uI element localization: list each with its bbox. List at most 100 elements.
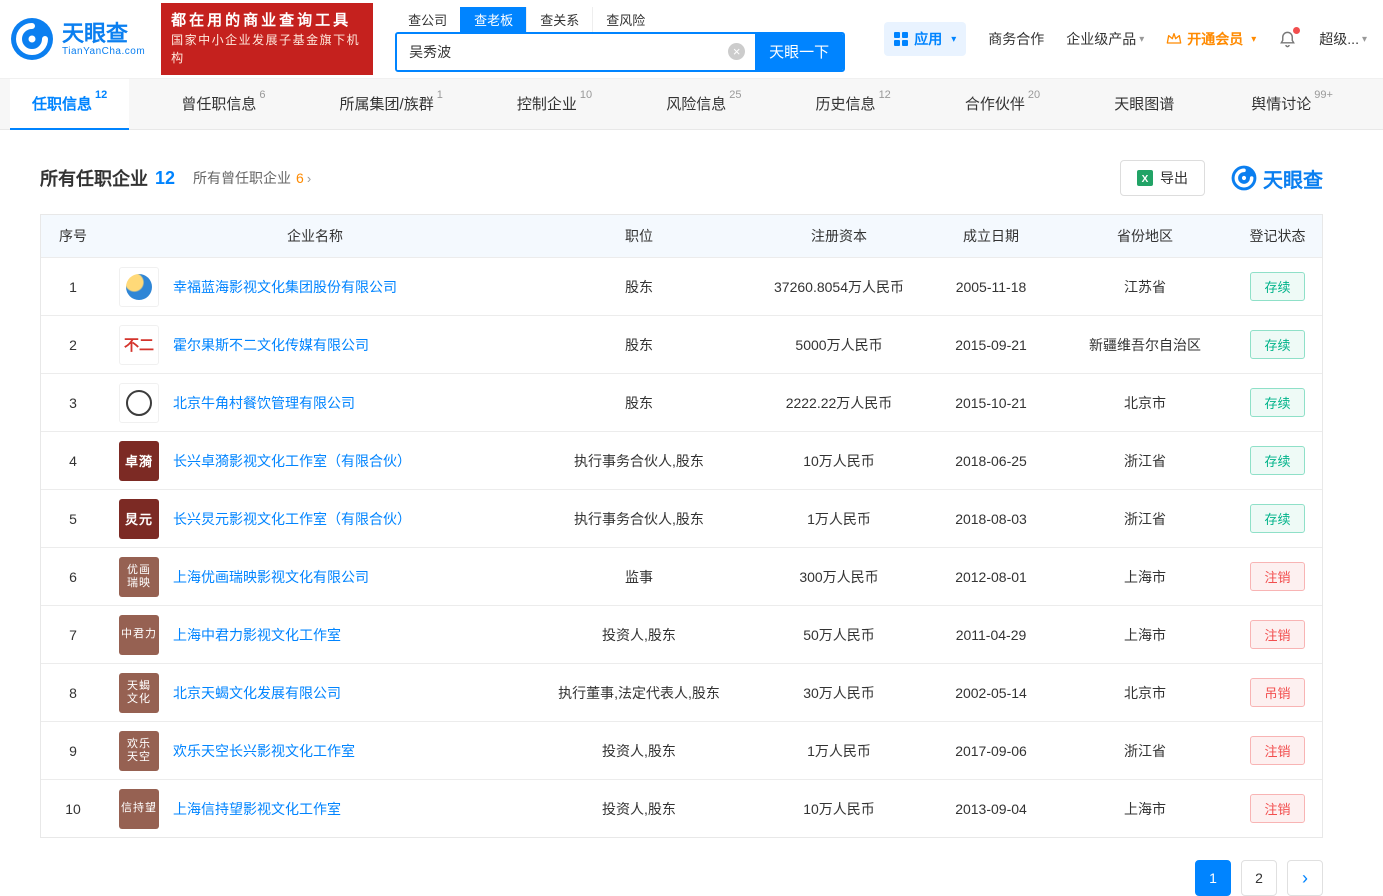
brand-text: 天眼查 TianYanCha.com: [62, 22, 145, 57]
company-logo: 信持望: [119, 789, 159, 829]
date-cell: 2017-09-06: [925, 743, 1057, 759]
notification-bell-icon[interactable]: [1278, 30, 1297, 49]
company-cell: 信持望 上海信持望影视文化工作室: [105, 789, 525, 829]
tab-label: 舆情讨论: [1251, 93, 1311, 114]
company-logo: [119, 383, 159, 423]
search-tab-risk[interactable]: 查风险: [592, 7, 658, 32]
position-cell: 执行事务合伙人,股东: [525, 451, 753, 471]
date-cell: 2015-09-21: [925, 337, 1057, 353]
past-companies-link[interactable]: 所有曾任职企业 6 ›: [193, 168, 311, 188]
tianyancha-logo-icon: [10, 17, 54, 61]
company-name-link[interactable]: 霍尔果斯不二文化传媒有限公司: [173, 335, 369, 355]
tab-label: 控制企业: [517, 93, 577, 114]
tab-history-info[interactable]: 历史信息12: [794, 79, 913, 129]
status-cell: 存续: [1233, 388, 1322, 417]
chevron-down-icon: ▾: [951, 34, 956, 45]
business-cooperation-link[interactable]: 商务合作: [988, 29, 1044, 49]
col-header-date: 成立日期: [925, 226, 1057, 246]
company-logo-text: 欢乐 天空: [127, 738, 151, 764]
status-badge: 存续: [1250, 388, 1304, 417]
tab-count: 12: [879, 89, 891, 101]
date-cell: 2018-06-25: [925, 453, 1057, 469]
status-badge: 注销: [1250, 620, 1304, 649]
status-badge: 注销: [1250, 562, 1304, 591]
region-cell: 浙江省: [1057, 451, 1233, 471]
row-index: 6: [41, 569, 105, 585]
status-badge: 注销: [1250, 736, 1304, 765]
status-cell: 存续: [1233, 446, 1322, 475]
date-cell: 2002-05-14: [925, 685, 1057, 701]
company-cell: 中君力 上海中君力影视文化工作室: [105, 615, 525, 655]
company-name-link[interactable]: 欢乐天空长兴影视文化工作室: [173, 741, 355, 761]
tianyancha-watermark: 天眼查: [1231, 164, 1323, 193]
page-button-1[interactable]: 1: [1195, 860, 1231, 896]
company-cell: 卓漪 长兴卓漪影视文化工作室（有限合伙）: [105, 441, 525, 481]
table-header-row: 序号 企业名称 职位 注册资本 成立日期 省份地区 登记状态: [41, 215, 1322, 257]
super-vip-label: 超级...: [1319, 29, 1359, 49]
tab-count: 1: [437, 89, 443, 101]
tab-employment-info[interactable]: 任职信息12: [10, 79, 129, 129]
company-name-link[interactable]: 长兴炅元影视文化工作室（有限合伙）: [173, 509, 411, 529]
past-companies-count: 6: [296, 170, 304, 186]
past-companies-label: 所有曾任职企业: [193, 168, 291, 188]
status-cell: 存续: [1233, 330, 1322, 359]
company-cell: 天蝎 文化 北京天蝎文化发展有限公司: [105, 673, 525, 713]
enterprise-products-menu[interactable]: 企业级产品 ▾: [1066, 29, 1144, 49]
notification-dot: [1293, 27, 1300, 34]
super-vip-menu[interactable]: 超级... ▾: [1319, 29, 1367, 49]
tab-public-opinion[interactable]: 舆情讨论99+: [1229, 79, 1355, 129]
company-name-link[interactable]: 北京天蝎文化发展有限公司: [173, 683, 341, 703]
next-page-button[interactable]: ›: [1287, 860, 1323, 896]
company-logo: 天蝎 文化: [119, 673, 159, 713]
profile-tabbar: 任职信息12 曾任职信息6 所属集团/族群1 控制企业10 风险信息25 历史信…: [0, 78, 1383, 130]
pagination: 1 2 ›: [40, 860, 1323, 896]
status-badge: 存续: [1250, 446, 1304, 475]
row-index: 10: [41, 801, 105, 817]
company-logo: 卓漪: [119, 441, 159, 481]
col-header-index: 序号: [41, 226, 105, 246]
business-cooperation-label: 商务合作: [988, 29, 1044, 49]
capital-cell: 5000万人民币: [753, 335, 925, 355]
tab-partners[interactable]: 合作伙伴20: [943, 79, 1062, 129]
company-cell: 欢乐 天空 欢乐天空长兴影视文化工作室: [105, 731, 525, 771]
section-title-count: 12: [155, 168, 175, 189]
page-button-2[interactable]: 2: [1241, 860, 1277, 896]
company-name-link[interactable]: 北京牛角村餐饮管理有限公司: [173, 393, 355, 413]
tab-count: 12: [95, 89, 107, 101]
grid-icon: [894, 32, 908, 46]
company-logo-text: 不二: [124, 334, 154, 355]
tab-controlled-companies[interactable]: 控制企业10: [495, 79, 614, 129]
company-logo-text: 中君力: [121, 628, 157, 641]
company-name-link[interactable]: 长兴卓漪影视文化工作室（有限合伙）: [173, 451, 411, 471]
export-button[interactable]: X 导出: [1120, 160, 1205, 196]
tab-risk-info[interactable]: 风险信息25: [644, 79, 763, 129]
position-cell: 监事: [525, 567, 753, 587]
search-input[interactable]: [397, 34, 755, 70]
search-tab-company[interactable]: 查公司: [395, 7, 460, 32]
apps-menu[interactable]: 应用 ▾: [884, 22, 966, 56]
company-name-link[interactable]: 上海优画瑞映影视文化有限公司: [173, 567, 369, 587]
company-name-link[interactable]: 上海中君力影视文化工作室: [173, 625, 341, 645]
tab-group-cluster[interactable]: 所属集团/族群1: [318, 79, 465, 129]
search-tab-boss[interactable]: 查老板: [460, 7, 526, 32]
tianyancha-logo[interactable]: 天眼查 TianYanCha.com: [10, 17, 145, 61]
date-cell: 2018-08-03: [925, 511, 1057, 527]
open-vip-link[interactable]: 开通会员 ▾: [1166, 29, 1256, 49]
company-name-link[interactable]: 上海信持望影视文化工作室: [173, 799, 341, 819]
company-cell: 不二 霍尔果斯不二文化传媒有限公司: [105, 325, 525, 365]
tab-past-employment-info[interactable]: 曾任职信息6: [159, 79, 287, 129]
row-index: 8: [41, 685, 105, 701]
export-label: 导出: [1160, 168, 1188, 188]
region-cell: 浙江省: [1057, 509, 1233, 529]
svg-text:X: X: [1142, 174, 1149, 185]
open-vip-label: 开通会员: [1187, 29, 1243, 49]
tab-graph[interactable]: 天眼图谱: [1092, 79, 1199, 129]
search-block: 查公司 查老板 查关系 查风险 × 天眼一下: [395, 7, 845, 72]
tab-label: 任职信息: [32, 93, 92, 114]
search-button[interactable]: 天眼一下: [755, 34, 843, 70]
region-cell: 北京市: [1057, 393, 1233, 413]
company-name-link[interactable]: 幸福蓝海影视文化集团股份有限公司: [173, 277, 397, 297]
promo-line1: 都在用的商业查询工具: [171, 11, 363, 31]
company-logo: 炅元: [119, 499, 159, 539]
search-tab-relation[interactable]: 查关系: [526, 7, 592, 32]
